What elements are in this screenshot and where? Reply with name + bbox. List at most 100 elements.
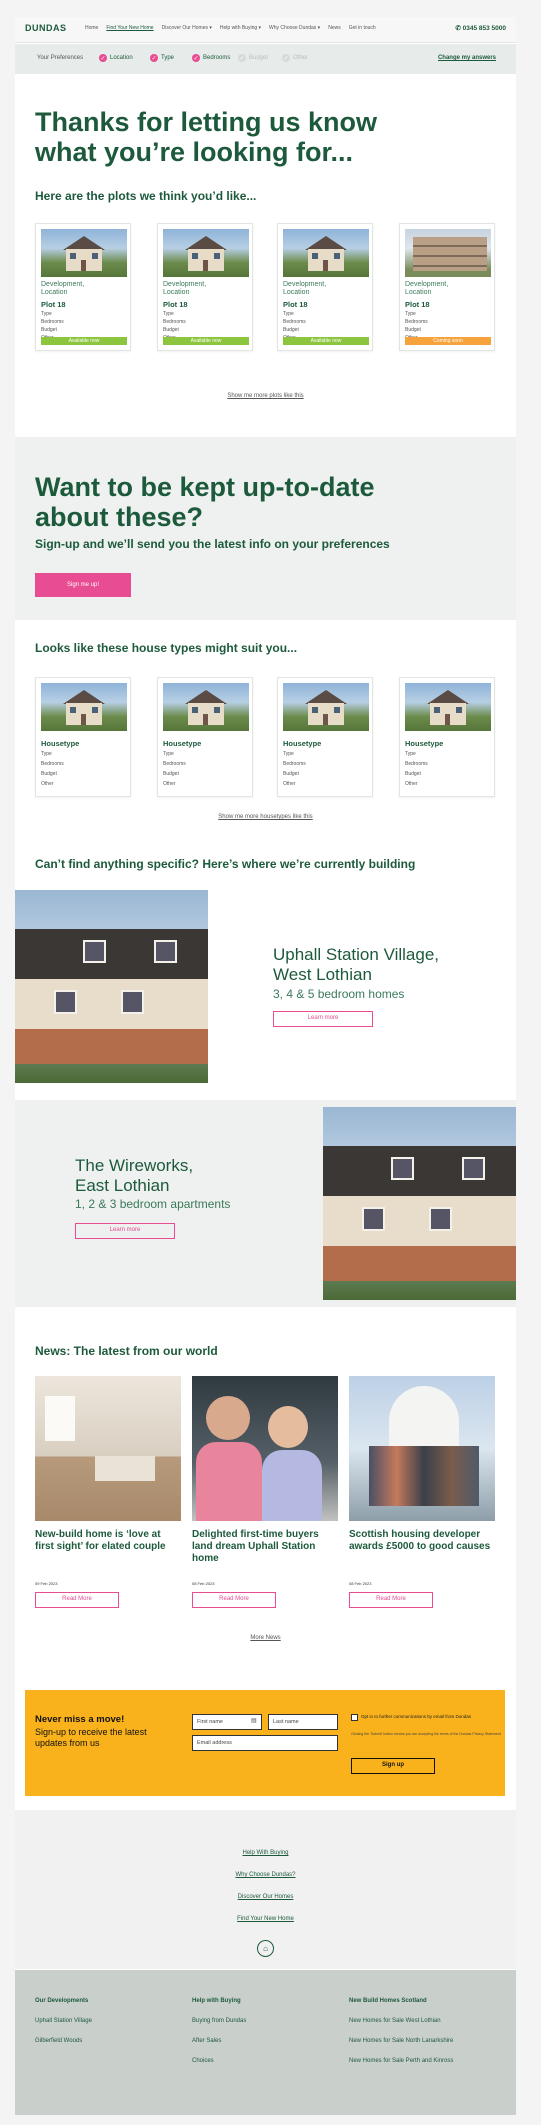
news-headline[interactable]: Delighted first-time buyers land dream U… <box>192 1529 338 1565</box>
signup-button[interactable]: Sign up <box>351 1758 435 1774</box>
footer-item[interactable]: Uphall Station Village <box>35 2018 92 2024</box>
housetype-card[interactable]: Housetype Type Bedrooms Budget Other <box>399 677 495 797</box>
pref-budget[interactable]: ✓ Budget <box>238 54 268 62</box>
read-more-button[interactable]: Read More <box>192 1592 276 1608</box>
plot-development: Development, Location <box>163 281 207 296</box>
home-icon[interactable]: ⌂ <box>257 1940 274 1957</box>
footer-item[interactable]: After Sales <box>192 2038 221 2044</box>
news-headline[interactable]: New-build home is ‘love at first sight’ … <box>35 1529 181 1553</box>
plot-type: Type <box>41 311 52 317</box>
pref-label: Other <box>293 55 309 61</box>
footer-link-why[interactable]: Why Choose Dundas? <box>15 1872 516 1878</box>
housetype-other: Other <box>405 781 418 787</box>
housetype-card[interactable]: Housetype Type Bedrooms Budget Other <box>35 677 131 797</box>
news-image-2[interactable] <box>192 1376 338 1521</box>
footer-item[interactable]: New Homes for Sale West Lothian <box>349 2018 441 2024</box>
uptodate-section: Want to be kept up-to-date about these? S… <box>15 437 516 620</box>
pref-label: Type <box>161 55 175 61</box>
footer-link-discover[interactable]: Discover Our Homes <box>15 1894 516 1900</box>
footer-item[interactable]: Buying from Dundas <box>192 2018 246 2024</box>
wireworks-title: The Wireworks, East Lothian <box>75 1156 193 1196</box>
uphall-title: Uphall Station Village, West Lothian <box>273 945 439 985</box>
nav-item-help[interactable]: Help with Buying ▾ <box>220 25 261 31</box>
signup-subtitle-line1: Sign-up to receive the latest <box>35 1727 147 1737</box>
wireworks-title-line1: The Wireworks, <box>75 1156 194 1175</box>
housetype-image <box>405 683 491 731</box>
read-more-button[interactable]: Read More <box>35 1592 119 1608</box>
nav-item-contact[interactable]: Get in touch <box>349 25 376 31</box>
check-icon: ✓ <box>192 54 200 62</box>
wireworks-subtitle: 1, 2 & 3 bedroom apartments <box>75 1197 231 1211</box>
nav-item-home[interactable]: Home <box>85 25 98 31</box>
check-icon: ✓ <box>99 54 107 62</box>
plot-budget: Budget <box>163 327 179 333</box>
news-image-1[interactable] <box>35 1376 181 1521</box>
nav-item-discover[interactable]: Discover Our Homes ▾ <box>162 25 212 31</box>
housetype-name: Housetype <box>405 739 444 748</box>
housetype-budget: Budget <box>405 771 421 777</box>
plot-card[interactable]: Development, Location Plot 18 Type Bedrooms B… <box>35 223 131 351</box>
housetypes-title: Looks like these house types might suit … <box>35 641 298 655</box>
footer-item[interactable]: Choices <box>192 2058 214 2064</box>
plot-development: Development, Location <box>41 281 85 296</box>
plot-type: Type <box>163 311 174 317</box>
housetype-type: Type <box>41 751 52 757</box>
housetype-budget: Budget <box>283 771 299 777</box>
footer-link-find[interactable]: Find Your New Home <box>15 1916 516 1922</box>
read-more-button[interactable]: Read More <box>349 1592 433 1608</box>
housetype-budget: Budget <box>163 771 179 777</box>
plot-number: Plot 18 <box>163 300 188 309</box>
sign-me-up-button[interactable]: Sign me up! <box>35 573 131 597</box>
last-name-input[interactable]: Last name <box>268 1714 338 1730</box>
availability-badge: Available now <box>283 337 369 345</box>
footer-link-help[interactable]: Help With Buying <box>15 1850 516 1856</box>
pref-location[interactable]: ✓ Location <box>99 54 133 62</box>
plot-image <box>41 229 127 277</box>
email-input[interactable]: Email address <box>192 1735 338 1751</box>
more-housetypes-link[interactable]: Show me more housetypes like this <box>15 814 516 820</box>
housetype-image <box>41 683 127 731</box>
availability-badge: Coming soon <box>405 337 491 345</box>
building-title: Can’t find anything specific? Here’s whe… <box>35 857 416 871</box>
page-title: Thanks for letting us know what you’re lo… <box>35 107 377 167</box>
uphall-title-line2: West Lothian <box>273 965 372 984</box>
wireworks-section: The Wireworks, East Lothian 1, 2 & 3 bedr… <box>15 1100 516 1307</box>
signup-title: Never miss a move! <box>35 1714 125 1725</box>
more-plots-link[interactable]: Show me more plots like this <box>15 393 516 399</box>
plot-image <box>405 229 491 277</box>
phone-link[interactable]: ✆ 0345 853 5000 <box>455 24 506 32</box>
plot-bedrooms: Bedrooms <box>283 319 306 325</box>
wireworks-learn-more-button[interactable]: Learn more <box>75 1223 175 1239</box>
uphall-learn-more-button[interactable]: Learn more <box>273 1011 373 1027</box>
logo[interactable]: DUNDAS <box>25 23 67 33</box>
plot-budget: Budget <box>41 327 57 333</box>
uphall-image <box>15 890 208 1083</box>
footer-links: Help With Buying Why Choose Dundas? Disc… <box>15 1810 516 1969</box>
uptodate-title-line2: about these? <box>35 502 204 532</box>
nav-item-find-home[interactable]: Find Your New Home <box>106 25 153 31</box>
news-image-3[interactable] <box>349 1376 495 1521</box>
footer-item[interactable]: New Homes for Sale North Lanarkshire <box>349 2038 453 2044</box>
news-date: 09 Feb 2023 <box>35 1581 58 1586</box>
nav-item-news[interactable]: News <box>328 25 341 31</box>
pref-type[interactable]: ✓ Type <box>150 54 174 62</box>
pref-bedrooms[interactable]: ✓ Bedrooms <box>192 54 230 62</box>
footer-item[interactable]: Gilberfield Woods <box>35 2038 82 2044</box>
plot-card[interactable]: Development, Location Plot 18 Type Bedrooms B… <box>157 223 253 351</box>
pref-other[interactable]: ✓ Other <box>282 54 308 62</box>
signup-subtitle-line2: updates from us <box>35 1738 100 1748</box>
nav-item-why[interactable]: Why Choose Dundas ▾ <box>269 25 320 31</box>
plot-card[interactable]: Development, Location Plot 18 Type Bedrooms B… <box>399 223 495 351</box>
news-headline[interactable]: Scottish housing developer awards £5000 … <box>349 1529 495 1553</box>
signup-subtitle: Sign-up to receive the latest updates fro… <box>35 1727 147 1749</box>
pref-label: Bedrooms <box>203 55 231 61</box>
plot-card[interactable]: Development, Location Plot 18 Type Bedrooms B… <box>277 223 373 351</box>
uptodate-title-line1: Want to be kept up-to-date <box>35 472 375 502</box>
availability-badge: Available now <box>41 337 127 345</box>
wireworks-title-line2: East Lothian <box>75 1176 170 1195</box>
housetype-card[interactable]: Housetype Type Bedrooms Budget Other <box>277 677 373 797</box>
housetype-card[interactable]: Housetype Type Bedrooms Budget Other <box>157 677 253 797</box>
change-answers-link[interactable]: Change my answers <box>438 55 496 61</box>
more-news-link[interactable]: More News <box>15 1635 516 1641</box>
footer-item[interactable]: New Homes for Sale Perth and Kinross <box>349 2058 453 2064</box>
